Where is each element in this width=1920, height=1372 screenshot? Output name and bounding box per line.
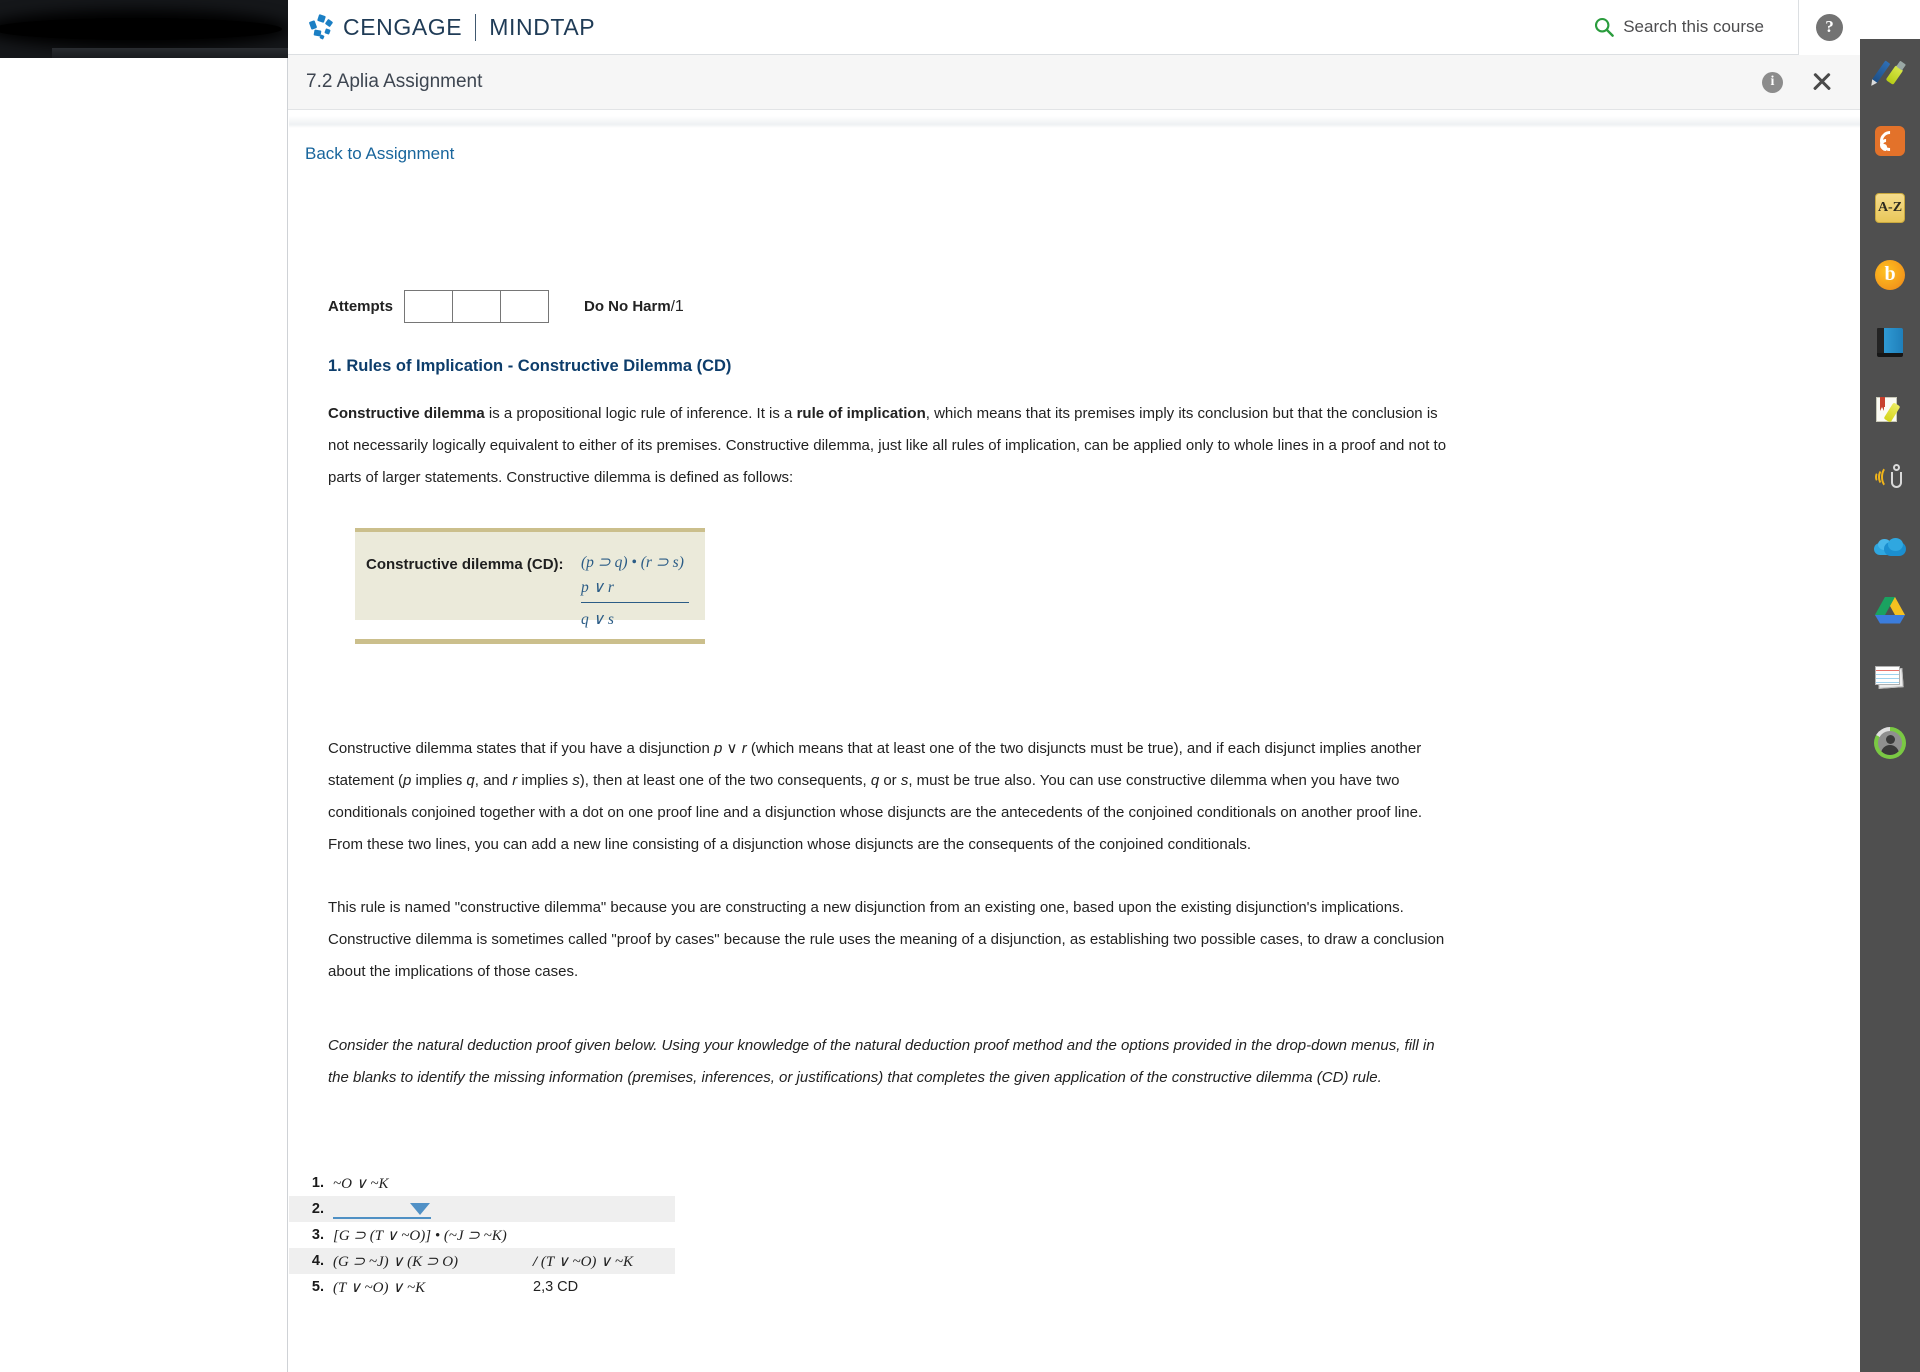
proof-row-statement: (G ⊃ ~J) ∨ (K ⊃ O) [333,1253,459,1270]
rule-conclusion: q ∨ s [581,611,614,628]
google-drive-icon [1874,596,1906,624]
paragraph-definition: Constructive dilemma is a propositional … [328,405,1447,486]
merriam-webster-icon: b [1875,259,1905,290]
proof-row: 1. ~O ∨ ~K [289,1170,675,1196]
rule-name-label: Constructive dilemma (CD): [366,556,564,573]
redaction-smear [0,18,282,40]
proof-table: 1. ~O ∨ ~K 2. 3. [G ⊃ (T ∨ ~O)] • (~J ⊃ ~K) 4… [289,1170,675,1300]
proof-row-number: 5. [311,1279,324,1295]
app-root: CENGAGE MINDTAP Search this course ? 7.2… [0,0,1920,1372]
proof-row-number: 3. [311,1227,324,1243]
flashcards-icon [1875,665,1905,691]
left-navigation-pane [0,58,288,1372]
proof-row: 2. [289,1196,675,1222]
read-aloud-icon [1874,461,1906,491]
search-label: Search this course [1623,17,1764,36]
proof-row-justification: 2,3 CD [533,1279,579,1295]
rail-item-progress[interactable] [1860,709,1920,776]
back-to-assignment-link[interactable]: Back to Assignment [305,144,454,164]
highlighter-pencil-icon [1871,56,1907,90]
brand-header: CENGAGE MINDTAP Search this course ? [288,0,1860,55]
paragraph-instructions: Consider the natural deduction proof giv… [328,1037,1435,1086]
onedrive-cloud-icon [1874,534,1906,556]
attempt-box-1 [404,290,454,323]
rule-premise-2: p ∨ r [581,575,689,603]
rule-definition-box: Constructive dilemma (CD): (p ⊃ q) • (r … [355,532,705,628]
chevron-down-icon [410,1202,430,1215]
assignment-title-bar: 7.2 Aplia Assignment i [288,55,1860,110]
proof-row-statement: [G ⊃ (T ∨ ~O)] • (~J ⊃ ~K) [333,1227,507,1244]
help-icon: ? [1816,13,1843,41]
proof-row-justification: / (T ∨ ~O) ∨ ~K [533,1253,634,1270]
help-button[interactable]: ? [1798,0,1860,55]
attempt-box-2 [452,290,502,323]
proof-row-statement: ~O ∨ ~K [333,1175,389,1192]
brand-mindtap-text: MINDTAP [489,13,596,40]
paragraph-naming: This rule is named "constructive dilemma… [328,899,1445,980]
rail-item-dictionary[interactable]: A-Z [1860,173,1920,240]
page-title: 7.2 Aplia Assignment [306,71,483,92]
rail-item-read-aloud[interactable] [1860,441,1920,508]
attempts-row: Attempts Do No Harm/1 [328,290,684,323]
proof-row-statement [333,1200,533,1219]
search-this-course-button[interactable]: Search this course [1594,17,1764,37]
rail-item-merriam-webster[interactable]: b [1860,240,1920,307]
section-heading: 1. Rules of Implication - Constructive D… [328,357,732,375]
proof-statement-dropdown[interactable] [333,1200,431,1219]
rail-item-rss[interactable] [1860,106,1920,173]
proof-row: 4. (G ⊃ ~J) ∨ (K ⊃ O) / (T ∨ ~O) ∨ ~K [289,1248,675,1274]
redaction-fade [52,48,288,58]
score-readout: Do No Harm/1 [584,298,684,316]
cengage-logo-icon [308,13,334,40]
rail-item-notebook[interactable] [1860,374,1920,441]
score-name: Do No Harm [584,297,671,315]
brand-cengage-text: CENGAGE [343,13,463,40]
proof-row-statement: (T ∨ ~O) ∨ ~K [333,1279,426,1296]
attempts-label: Attempts [328,298,394,315]
proof-row-number: 4. [311,1253,324,1269]
rss-feed-icon [1875,125,1905,156]
rule-formula: (p ⊃ q) • (r ⊃ s) p ∨ r q ∨ s [581,550,689,632]
info-icon[interactable]: i [1762,71,1783,93]
brand-logo[interactable]: CENGAGE MINDTAP [308,13,596,41]
proof-row-number: 2. [311,1201,324,1217]
content-top-shadow [289,116,1860,128]
rail-item-onedrive[interactable] [1860,508,1920,575]
proof-row: 5. (T ∨ ~O) ∨ ~K 2,3 CD [289,1274,675,1300]
a-z-dictionary-icon: A-Z [1875,192,1905,223]
tools-rail: A-Z b [1860,39,1920,1372]
proof-row: 3. [G ⊃ (T ∨ ~O)] • (~J ⊃ ~K) [289,1222,675,1248]
proof-row-number: 1. [311,1175,324,1191]
rule-definition-block: Constructive dilemma (CD): (p ⊃ q) • (r … [355,528,705,644]
rule-box-bottom-rule [355,639,705,644]
redacted-region [0,0,288,58]
attempt-boxes [404,290,550,323]
close-icon[interactable] [1811,71,1833,93]
rail-item-google-drive[interactable] [1860,575,1920,642]
brand-divider [475,13,477,41]
attempt-box-3 [500,290,550,323]
assignment-content: Back to Assignment Attempts Do No Harm/1… [289,110,1860,1372]
progress-avatar-icon [1874,727,1906,759]
rail-item-flashcards[interactable] [1860,642,1920,709]
rail-item-ebook[interactable] [1860,307,1920,374]
blue-book-icon [1876,327,1904,357]
rail-item-annotate[interactable] [1860,39,1920,106]
rule-premise-1: (p ⊃ q) • (r ⊃ s) [581,554,684,571]
notebook-highlighter-icon [1875,394,1905,424]
paragraph-explanation: Constructive dilemma states that if you … [328,740,1423,853]
score-value: 1 [674,297,684,315]
search-icon [1594,17,1615,37]
